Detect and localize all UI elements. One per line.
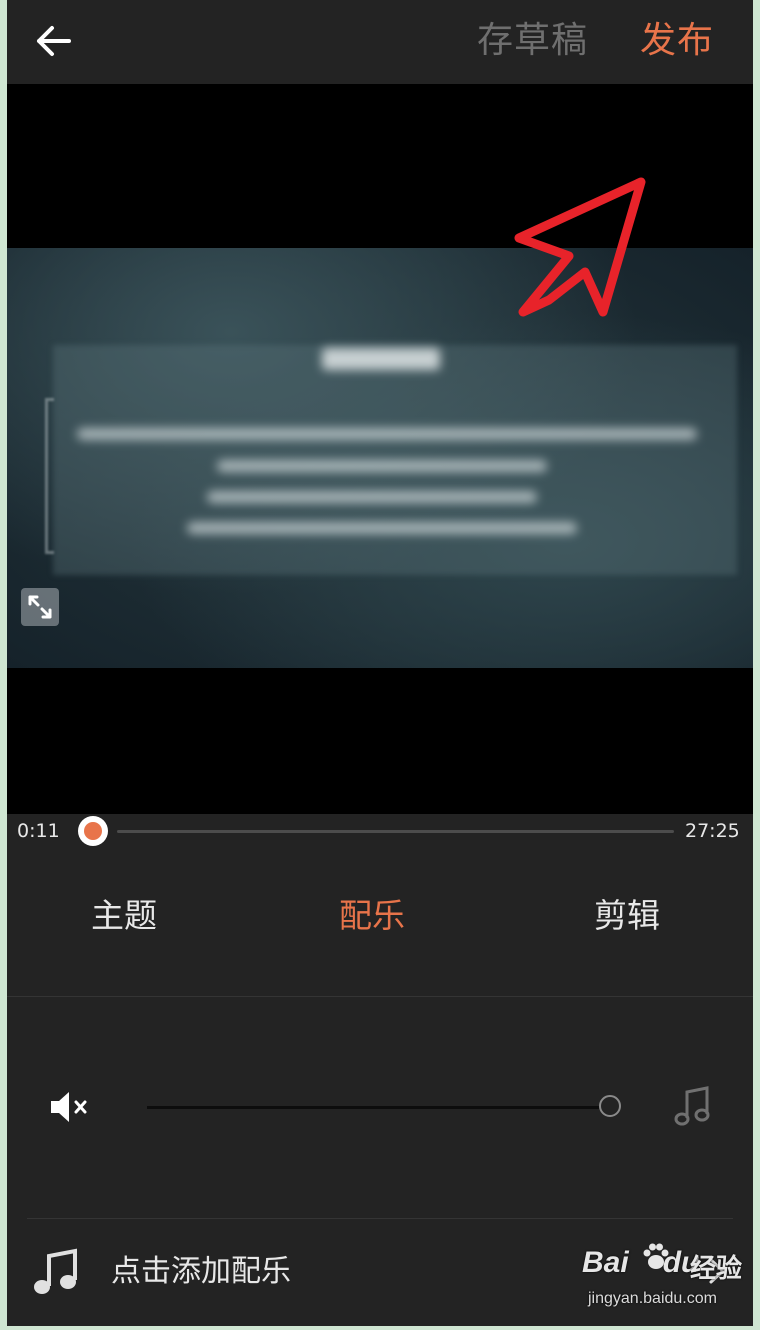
total-time: 27:25 bbox=[685, 820, 740, 842]
blurred-title bbox=[322, 348, 440, 370]
add-music-label: 点击添加配乐 bbox=[111, 1254, 291, 1289]
seek-track[interactable] bbox=[117, 830, 674, 833]
expand-button[interactable] bbox=[21, 588, 59, 626]
paw-icon bbox=[643, 1243, 669, 1269]
blurred-text-line bbox=[77, 428, 697, 440]
publish-button[interactable]: 发布 bbox=[640, 14, 714, 68]
tab-theme[interactable]: 主题 bbox=[91, 876, 157, 956]
volume-mute-icon[interactable] bbox=[47, 1086, 93, 1128]
blurred-text-line bbox=[187, 522, 577, 534]
editor-tabs: 主题 配乐 剪辑 bbox=[7, 876, 753, 956]
blurred-text-line bbox=[217, 460, 547, 472]
seek-bar-row: 0:11 27:25 bbox=[7, 806, 753, 858]
current-time: 0:11 bbox=[17, 820, 60, 842]
baidu-watermark: Bai du 经验 jingyan.baidu.com bbox=[582, 1243, 752, 1318]
tab-music[interactable]: 配乐 bbox=[339, 876, 405, 956]
save-draft-button[interactable]: 存草稿 bbox=[477, 14, 588, 68]
blurred-text-line bbox=[207, 491, 537, 503]
music-note-icon bbox=[674, 1086, 710, 1126]
watermark-product: 经验 bbox=[690, 1254, 743, 1284]
tabs-divider bbox=[7, 996, 753, 997]
video-preview[interactable] bbox=[7, 84, 753, 814]
back-button[interactable] bbox=[29, 18, 79, 64]
volume-row bbox=[7, 1070, 753, 1146]
expand-icon bbox=[28, 595, 52, 619]
frame-bracket-left bbox=[45, 398, 54, 554]
seek-thumb-dot bbox=[84, 822, 102, 840]
volume-slider-thumb[interactable] bbox=[599, 1095, 621, 1117]
watermark-url: jingyan.baidu.com bbox=[588, 1290, 717, 1307]
top-bar: 存草稿 发布 bbox=[7, 0, 753, 84]
music-note-icon bbox=[34, 1248, 77, 1294]
section-divider bbox=[27, 1218, 733, 1219]
tab-edit[interactable]: 剪辑 bbox=[594, 876, 660, 956]
red-cursor-arrow-icon bbox=[514, 177, 646, 317]
app-frame: 存草稿 发布 0:11 27:25 主题 配乐 剪辑 点击添加配乐 Bai du… bbox=[7, 0, 753, 1326]
volume-slider-track[interactable] bbox=[147, 1106, 599, 1109]
seek-thumb[interactable] bbox=[78, 816, 108, 846]
arrow-left-icon bbox=[37, 26, 71, 56]
